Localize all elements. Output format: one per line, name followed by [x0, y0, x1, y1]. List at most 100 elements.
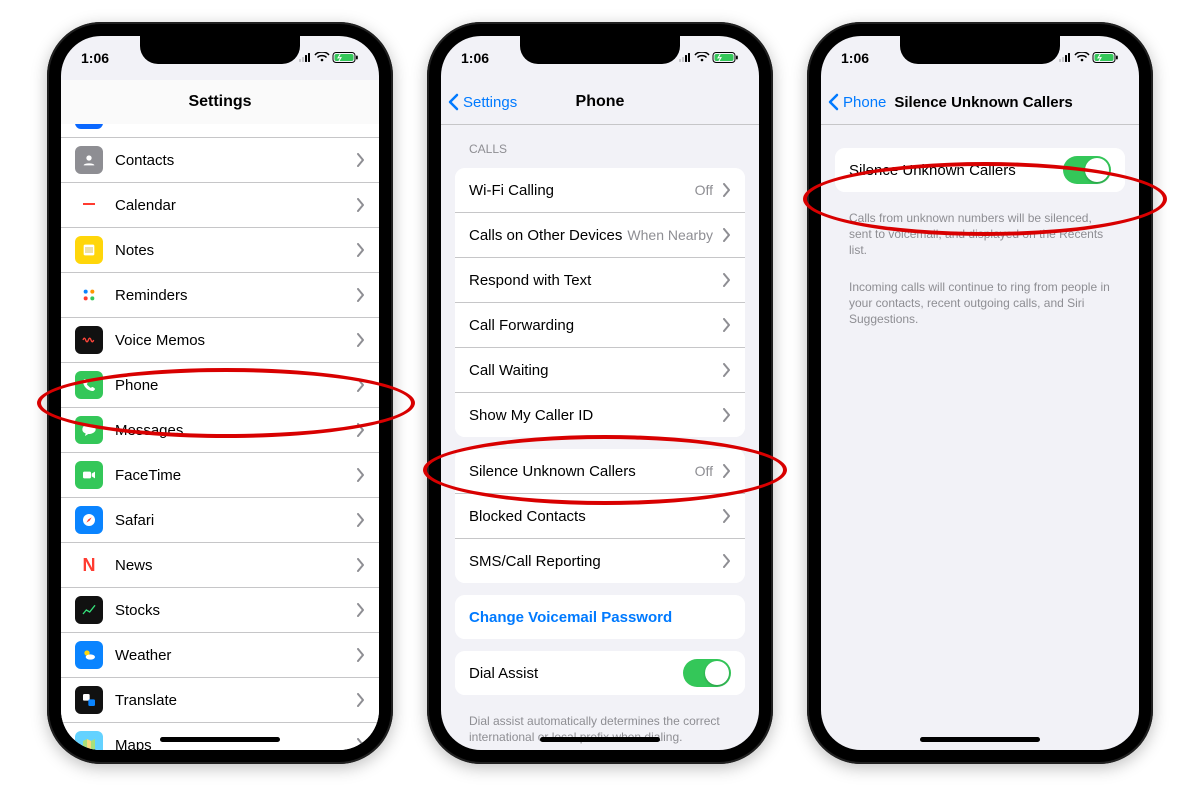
settings-row-safari[interactable]: Safari	[61, 497, 379, 542]
settings-row-maps[interactable]: Maps	[61, 722, 379, 750]
row-show-my-caller-id[interactable]: Show My Caller ID	[455, 392, 745, 437]
screen-settings: 1:06 Settings Mail Contacts Calendar Notes R…	[61, 36, 379, 750]
row-label: Notes	[115, 242, 351, 259]
row-blocked-contacts[interactable]: Blocked Contacts	[455, 493, 745, 538]
safari-icon	[75, 506, 103, 534]
row-respond-with-text[interactable]: Respond with Text	[455, 257, 745, 302]
settings-row-weather[interactable]: Weather	[61, 632, 379, 677]
phone-frame-2: 1:06 Settings Phone CALLS Wi-Fi CallingO…	[427, 22, 773, 764]
row-label: Silence Unknown Callers	[469, 463, 695, 480]
facetime-icon	[75, 461, 103, 489]
chevron-right-icon	[357, 423, 365, 437]
chevron-right-icon	[723, 318, 731, 332]
chevron-right-icon	[357, 738, 365, 750]
page-title: Settings	[61, 93, 379, 111]
chevron-right-icon	[723, 228, 731, 242]
notch	[900, 36, 1060, 64]
dial-assist-toggle[interactable]	[683, 659, 731, 687]
row-call-waiting[interactable]: Call Waiting	[455, 347, 745, 392]
chevron-right-icon	[357, 198, 365, 212]
settings-row-stocks[interactable]: Stocks	[61, 587, 379, 632]
row-call-forwarding[interactable]: Call Forwarding	[455, 302, 745, 347]
silence-label: Silence Unknown Callers	[849, 162, 1063, 179]
status-time: 1:06	[81, 50, 109, 66]
chevron-right-icon	[357, 288, 365, 302]
chevron-right-icon	[357, 153, 365, 167]
settings-list[interactable]: Mail Contacts Calendar Notes Reminders Voice …	[61, 124, 379, 750]
row-wi-fi-calling[interactable]: Wi-Fi CallingOff	[455, 168, 745, 212]
home-indicator[interactable]	[540, 737, 660, 742]
settings-row-calendar[interactable]: Calendar	[61, 182, 379, 227]
row-label: Respond with Text	[469, 272, 717, 289]
settings-row-voice-memos[interactable]: Voice Memos	[61, 317, 379, 362]
chevron-right-icon	[723, 408, 731, 422]
row-sms/call-reporting[interactable]: SMS/Call Reporting	[455, 538, 745, 583]
settings-row-notes[interactable]: Notes	[61, 227, 379, 272]
page-title: Silence Unknown Callers	[886, 94, 1072, 111]
chevron-right-icon	[357, 333, 365, 347]
dial-assist-row: Dial Assist	[455, 651, 745, 695]
chevron-right-icon	[357, 693, 365, 707]
settings-row-messages[interactable]: Messages	[61, 407, 379, 452]
change-voicemail-password[interactable]: Change Voicemail Password	[455, 595, 745, 639]
stocks-icon	[75, 596, 103, 624]
row-label: Reminders	[115, 287, 351, 304]
chevron-right-icon	[723, 183, 731, 197]
row-label: Calendar	[115, 197, 351, 214]
row-label: Messages	[115, 422, 351, 439]
row-label: Weather	[115, 647, 351, 664]
row-label: SMS/Call Reporting	[469, 553, 717, 570]
silence-unknown-row: Silence Unknown Callers	[835, 148, 1125, 192]
row-label: Contacts	[115, 152, 351, 169]
settings-row-news[interactable]: NNews	[61, 542, 379, 587]
voice-icon	[75, 326, 103, 354]
back-button[interactable]: Settings	[441, 93, 517, 111]
row-label: Wi-Fi Calling	[469, 182, 695, 199]
home-indicator[interactable]	[920, 737, 1040, 742]
translate-icon	[75, 686, 103, 714]
settings-row-translate[interactable]: Translate	[61, 677, 379, 722]
chevron-right-icon	[357, 513, 365, 527]
home-indicator[interactable]	[160, 737, 280, 742]
row-label: Safari	[115, 512, 351, 529]
dial-assist-label: Dial Assist	[469, 665, 683, 682]
settings-row-mail[interactable]: Mail	[61, 124, 379, 137]
maps-icon	[75, 731, 103, 750]
back-label: Settings	[463, 94, 517, 111]
row-label: Call Waiting	[469, 362, 717, 379]
silence-footer-1: Calls from unknown numbers will be silen…	[821, 204, 1139, 259]
mail-icon	[75, 124, 103, 129]
chevron-right-icon	[357, 468, 365, 482]
phone-frame-3: 1:06 Phone Silence Unknown Callers Silen…	[807, 22, 1153, 764]
notch	[520, 36, 680, 64]
phone-settings-list[interactable]: CALLS Wi-Fi CallingOffCalls on Other Dev…	[441, 124, 759, 750]
settings-row-facetime[interactable]: FaceTime	[61, 452, 379, 497]
row-silence-unknown-callers[interactable]: Silence Unknown CallersOff	[455, 449, 745, 493]
settings-row-reminders[interactable]: Reminders	[61, 272, 379, 317]
back-button[interactable]: Phone	[821, 93, 886, 111]
nav-bar: Phone Silence Unknown Callers	[821, 80, 1139, 125]
silence-footer-2: Incoming calls will continue to ring fro…	[821, 273, 1139, 328]
chevron-right-icon	[723, 509, 731, 523]
screen-silence-unknown: 1:06 Phone Silence Unknown Callers Silen…	[821, 36, 1139, 750]
link-label: Change Voicemail Password	[469, 609, 731, 626]
settings-row-contacts[interactable]: Contacts	[61, 137, 379, 182]
silence-toggle[interactable]	[1063, 156, 1111, 184]
weather-icon	[75, 641, 103, 669]
row-label: Translate	[115, 692, 351, 709]
row-label: Phone	[115, 377, 351, 394]
chevron-right-icon	[723, 363, 731, 377]
row-label: News	[115, 557, 351, 574]
chevron-right-icon	[723, 464, 731, 478]
row-detail: Off	[695, 182, 713, 198]
row-detail: When Nearby	[627, 227, 713, 243]
back-label: Phone	[843, 94, 886, 111]
row-calls-on-other-devices[interactable]: Calls on Other DevicesWhen Nearby	[455, 212, 745, 257]
settings-row-phone[interactable]: Phone	[61, 362, 379, 407]
phone-icon	[75, 371, 103, 399]
row-label: FaceTime	[115, 467, 351, 484]
contacts-icon	[75, 146, 103, 174]
row-label: Calls on Other Devices	[469, 227, 627, 244]
chevron-right-icon	[357, 603, 365, 617]
chevron-right-icon	[723, 273, 731, 287]
